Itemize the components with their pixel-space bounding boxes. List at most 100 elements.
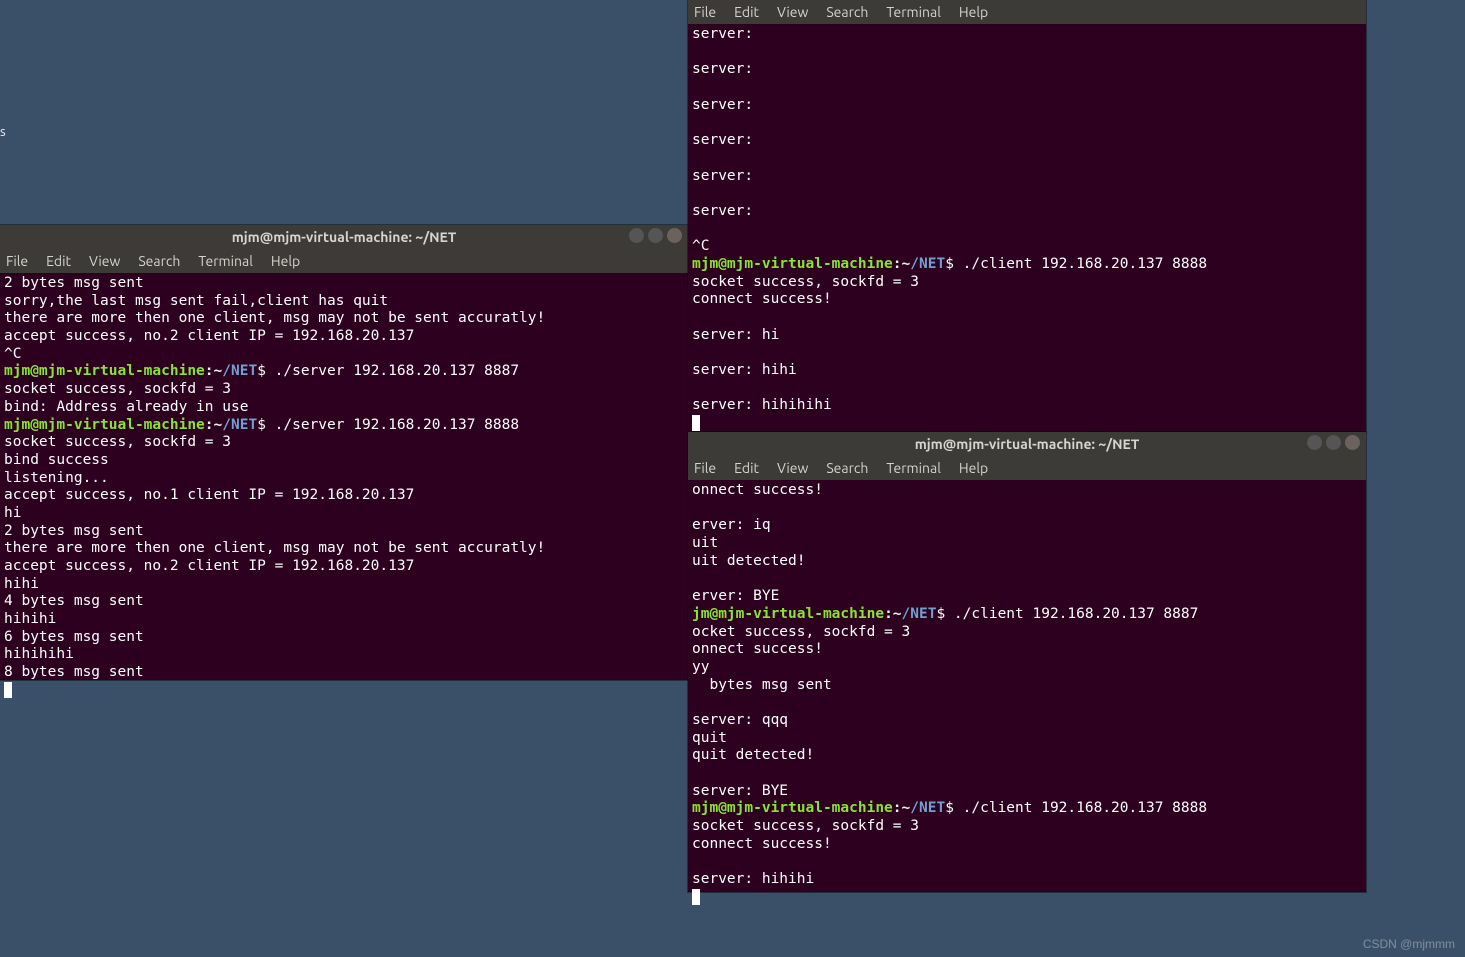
maximize-icon[interactable] (648, 228, 663, 243)
output-line: server: (692, 26, 762, 42)
window-controls (629, 228, 682, 243)
menu-view[interactable]: View (777, 456, 808, 480)
menu-terminal[interactable]: Terminal (886, 0, 941, 24)
minimize-icon[interactable] (1307, 435, 1322, 450)
window-title: mjm@mjm-virtual-machine: ~/NET (915, 436, 1140, 452)
terminal-window-client-bottom[interactable]: mjm@mjm-virtual-machine: ~/NET File Edit… (688, 432, 1366, 892)
output-line: onnect success! (692, 482, 823, 498)
output-line: bind success (4, 452, 109, 468)
menu-view[interactable]: View (777, 0, 808, 24)
desktop-fragment-text: s (0, 125, 6, 139)
prompt-user: jm@mjm-virtual-machine (692, 606, 884, 622)
output-line: server: (692, 168, 762, 184)
output-line: hihihihi (4, 646, 74, 662)
menu-search[interactable]: Search (826, 456, 868, 480)
prompt-user: mjm@mjm-virtual-machine (692, 256, 893, 272)
output-line: server: (692, 97, 762, 113)
output-line: sorry,the last msg sent fail,client has … (4, 293, 388, 309)
output-line: accept success, no.2 client IP = 192.168… (4, 328, 414, 344)
menu-file[interactable]: File (694, 456, 716, 480)
menu-edit[interactable]: Edit (734, 0, 759, 24)
prompt-dollar: $ (945, 800, 962, 816)
cursor-icon (4, 682, 12, 698)
terminal-body[interactable]: onnect success! erver: iq uit uit detect… (688, 480, 1366, 909)
output-line: uit (692, 535, 718, 551)
terminal-body[interactable]: server: server: server: server: server: … (688, 24, 1366, 435)
prompt-colon: : (893, 256, 902, 272)
output-line: ^C (4, 346, 21, 362)
output-line: accept success, no.2 client IP = 192.168… (4, 558, 414, 574)
output-line: socket success, sockfd = 3 (4, 434, 231, 450)
prompt-tilde: ~ (214, 363, 223, 379)
output-line: onnect success! (692, 641, 823, 657)
titlebar[interactable]: mjm@mjm-virtual-machine: ~/NET (688, 432, 1366, 456)
prompt-tilde: ~ (893, 606, 902, 622)
prompt-tilde: ~ (902, 800, 911, 816)
menubar[interactable]: File Edit View Search Terminal Help (688, 456, 1366, 480)
menubar[interactable]: File Edit View Search Terminal Help (688, 0, 1366, 24)
output-line: server: hihihihi (692, 397, 832, 413)
cursor-icon (692, 415, 700, 431)
menu-help[interactable]: Help (959, 456, 988, 480)
terminal-window-client-top[interactable]: File Edit View Search Terminal Help serv… (688, 0, 1366, 432)
maximize-icon[interactable] (1326, 435, 1341, 450)
menu-search[interactable]: Search (138, 249, 180, 273)
output-line: hihihi (4, 611, 56, 627)
menu-edit[interactable]: Edit (46, 249, 71, 273)
minimize-icon[interactable] (629, 228, 644, 243)
close-icon[interactable] (1345, 435, 1360, 450)
output-line: quit (692, 730, 727, 746)
output-line: ^C (692, 238, 709, 254)
menu-edit[interactable]: Edit (734, 456, 759, 480)
menubar[interactable]: File Edit View Search Terminal Help (0, 249, 688, 273)
output-line: bytes msg sent (692, 677, 832, 693)
output-line: server: hihi (692, 362, 797, 378)
prompt-path: /NET (910, 800, 945, 816)
output-line: socket success, sockfd = 3 (692, 818, 919, 834)
titlebar[interactable]: mjm@mjm-virtual-machine: ~/NET (0, 225, 688, 249)
watermark-text: CSDN @mjmmm (1363, 937, 1455, 951)
menu-view[interactable]: View (89, 249, 120, 273)
menu-help[interactable]: Help (271, 249, 300, 273)
output-line: ocket success, sockfd = 3 (692, 624, 910, 640)
window-controls (1307, 435, 1360, 450)
terminal-window-server[interactable]: mjm@mjm-virtual-machine: ~/NET File Edit… (0, 225, 688, 680)
menu-terminal[interactable]: Terminal (886, 456, 941, 480)
window-title: mjm@mjm-virtual-machine: ~/NET (232, 229, 457, 245)
output-line: server: hi (692, 327, 779, 343)
close-icon[interactable] (667, 228, 682, 243)
menu-file[interactable]: File (6, 249, 28, 273)
command-text: ./client 192.168.20.137 8888 (963, 800, 1207, 816)
cursor-icon (692, 889, 700, 905)
output-line: connect success! (692, 291, 832, 307)
output-line: server: BYE (692, 783, 788, 799)
menu-search[interactable]: Search (826, 0, 868, 24)
output-line: socket success, sockfd = 3 (4, 381, 231, 397)
output-line: socket success, sockfd = 3 (692, 274, 919, 290)
terminal-body[interactable]: 2 bytes msg sent sorry,the last msg sent… (0, 273, 688, 702)
output-line: there are more then one client, msg may … (4, 540, 545, 556)
output-line: 4 bytes msg sent (4, 593, 144, 609)
menu-file[interactable]: File (694, 0, 716, 24)
output-line: yy (692, 659, 709, 675)
prompt-tilde: ~ (214, 417, 223, 433)
prompt-dollar: $ (936, 606, 953, 622)
prompt-path: /NET (222, 417, 257, 433)
output-line: 8 bytes msg sent (4, 664, 144, 680)
prompt-dollar: $ (945, 256, 962, 272)
prompt-colon: : (205, 417, 214, 433)
output-line: 2 bytes msg sent (4, 523, 144, 539)
output-line: server: qqq (692, 712, 788, 728)
output-line: quit detected! (692, 747, 814, 763)
prompt-colon: : (205, 363, 214, 379)
prompt-user: mjm@mjm-virtual-machine (4, 363, 205, 379)
prompt-dollar: $ (257, 363, 274, 379)
prompt-path: /NET (910, 256, 945, 272)
output-line: connect success! (692, 836, 832, 852)
menu-help[interactable]: Help (959, 0, 988, 24)
output-line: server: hihihi (692, 871, 814, 887)
menu-terminal[interactable]: Terminal (198, 249, 253, 273)
command-text: ./client 192.168.20.137 8887 (954, 606, 1198, 622)
prompt-path: /NET (902, 606, 937, 622)
output-line: uit detected! (692, 553, 806, 569)
